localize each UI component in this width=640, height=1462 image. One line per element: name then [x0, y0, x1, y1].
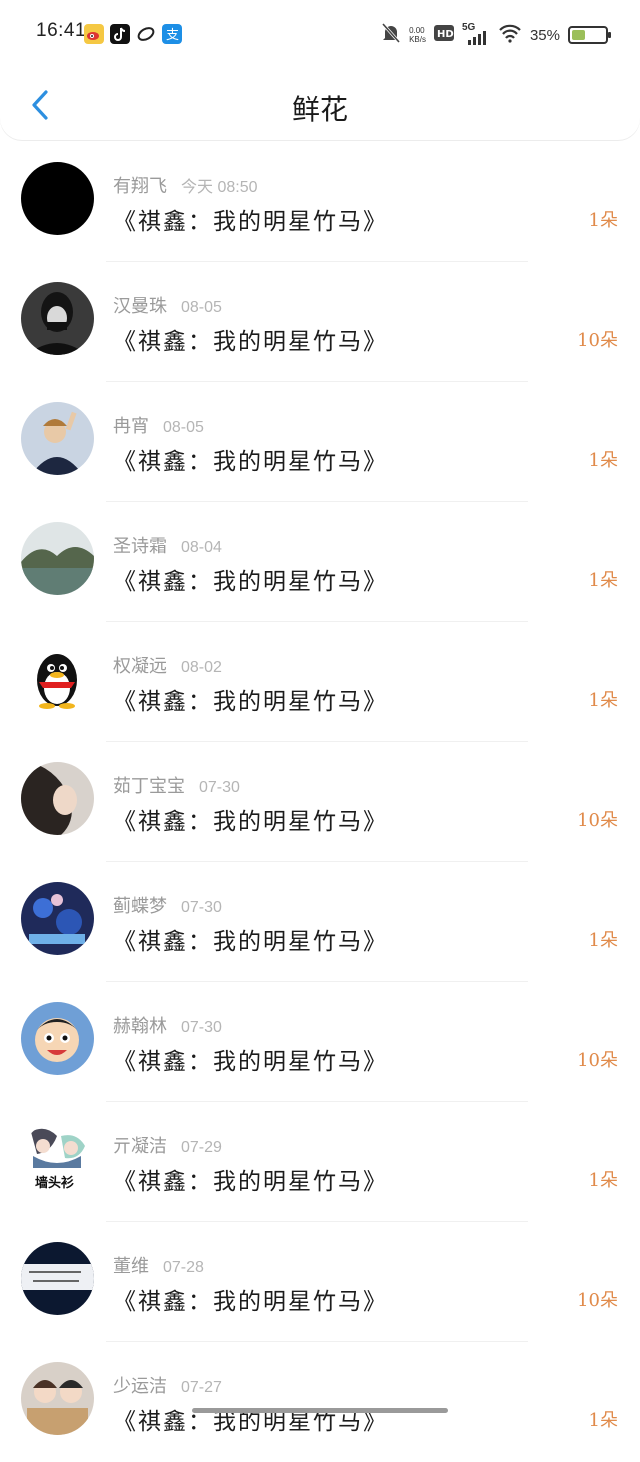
item-date: 08-04: [181, 539, 222, 556]
home-indicator[interactable]: [192, 1408, 448, 1413]
mute-bell-icon: [381, 22, 401, 48]
flower-count: 10朵: [577, 330, 618, 351]
avatar: [21, 762, 94, 835]
status-bar: 16:41 支 0.00 KB/s HD 5G 35%: [0, 0, 640, 70]
list-item[interactable]: 茹丁宝宝 07-30 《祺鑫：我的明星竹马》 10朵: [0, 742, 640, 862]
tiktok-app-icon: [110, 24, 130, 44]
user-name: 董维: [113, 1256, 149, 1277]
flower-list: 有翔飞 今天 08:50 《祺鑫：我的明星竹马》 1朵 汉曼珠 08-05 《祺鑫：…: [0, 142, 640, 1462]
avatar-caption: 墙头衫: [35, 1176, 75, 1191]
svg-text:HD: HD: [437, 29, 454, 40]
svg-text:支: 支: [166, 28, 179, 43]
signal-5g-icon: 5G: [462, 22, 490, 46]
list-item[interactable]: 少运洁 07-27 《祺鑫：我的明星竹马》 1朵: [0, 1342, 640, 1462]
book-title: 《祺鑫：我的明星竹马》: [113, 329, 388, 355]
user-name: 亓凝洁: [113, 1136, 167, 1157]
item-date: 07-28: [163, 1259, 204, 1276]
book-title: 《祺鑫：我的明星竹马》: [113, 809, 388, 835]
item-date: 07-27: [181, 1379, 222, 1396]
avatar: [21, 162, 94, 235]
book-title: 《祺鑫：我的明星竹马》: [113, 1169, 388, 1195]
book-title: 《祺鑫：我的明星竹马》: [113, 929, 388, 955]
flower-count: 1朵: [588, 930, 618, 951]
flower-count: 1朵: [588, 1170, 618, 1191]
list-item[interactable]: 圣诗霜 08-04 《祺鑫：我的明星竹马》 1朵: [0, 502, 640, 622]
item-date: 今天 08:50: [181, 179, 258, 196]
list-item[interactable]: 有翔飞 今天 08:50 《祺鑫：我的明星竹马》 1朵: [0, 142, 640, 262]
battery-percent: 35%: [529, 26, 560, 44]
item-date: 08-05: [163, 419, 204, 436]
user-name: 蓟蝶梦: [113, 896, 167, 917]
item-date: 07-29: [181, 1139, 222, 1156]
item-date: 07-30: [181, 899, 222, 916]
flower-count: 1朵: [588, 210, 618, 231]
avatar: [21, 402, 94, 475]
item-date: 07-30: [199, 779, 240, 796]
user-name: 有翔飞: [113, 176, 167, 197]
flower-count: 1朵: [588, 690, 618, 711]
network-speed: 0.00 KB/s: [409, 26, 426, 44]
user-name: 茹丁宝宝: [113, 776, 185, 797]
status-time: 16:41: [36, 20, 87, 41]
book-title: 《祺鑫：我的明星竹马》: [113, 689, 388, 715]
book-title: 《祺鑫：我的明星竹马》: [113, 1289, 388, 1315]
page-title: 鲜花: [291, 93, 348, 126]
user-name: 冉宵: [113, 416, 149, 437]
book-title: 《祺鑫：我的明星竹马》: [113, 569, 388, 595]
hd-icon: HD: [433, 25, 454, 45]
nav-bar: 鲜花: [0, 70, 640, 140]
avatar: [21, 1242, 94, 1315]
item-date: 08-02: [181, 659, 222, 676]
user-name: 汉曼珠: [113, 296, 167, 317]
list-item[interactable]: 权凝远 08-02 《祺鑫：我的明星竹马》 1朵: [0, 622, 640, 742]
weibo-app-icon: [84, 24, 104, 44]
wifi-icon: [498, 23, 522, 47]
list-item[interactable]: 冉宵 08-05 《祺鑫：我的明星竹马》 1朵: [0, 382, 640, 502]
avatar: [21, 282, 94, 355]
user-name: 赫翰林: [113, 1016, 167, 1037]
book-title: 《祺鑫：我的明星竹马》: [113, 209, 388, 235]
avatar: [21, 642, 94, 715]
list-item[interactable]: 董维 07-28 《祺鑫：我的明星竹马》 10朵: [0, 1222, 640, 1342]
flower-count: 10朵: [577, 1050, 618, 1071]
item-date: 08-05: [181, 299, 222, 316]
list-item[interactable]: 蓟蝶梦 07-30 《祺鑫：我的明星竹马》 1朵: [0, 862, 640, 982]
flower-count: 10朵: [577, 810, 618, 831]
avatar: [21, 1362, 94, 1435]
book-title: 《祺鑫：我的明星竹马》: [113, 1049, 388, 1075]
link-app-icon: [136, 24, 156, 44]
flower-count: 1朵: [588, 1410, 618, 1431]
flower-count: 1朵: [588, 570, 618, 591]
flower-count: 10朵: [577, 1290, 618, 1311]
list-item[interactable]: 墙头衫 亓凝洁 07-29 《祺鑫：我的明星竹马》 1朵: [0, 1102, 640, 1222]
avatar: 墙头衫: [21, 1122, 94, 1195]
user-name: 圣诗霜: [113, 536, 167, 557]
avatar: [21, 1002, 94, 1075]
status-right: 0.00 KB/s HD 5G 35%: [381, 22, 611, 48]
alipay-app-icon: 支: [162, 24, 182, 44]
user-name: 少运洁: [113, 1376, 167, 1397]
avatar: [21, 882, 94, 955]
list-item[interactable]: 赫翰林 07-30 《祺鑫：我的明星竹马》 10朵: [0, 982, 640, 1102]
list-item[interactable]: 汉曼珠 08-05 《祺鑫：我的明星竹马》 10朵: [0, 262, 640, 382]
book-title: 《祺鑫：我的明星竹马》: [113, 449, 388, 475]
avatar: [21, 522, 94, 595]
battery-icon: [568, 26, 611, 44]
user-name: 权凝远: [113, 656, 167, 677]
flower-count: 1朵: [588, 450, 618, 471]
item-date: 07-30: [181, 1019, 222, 1036]
